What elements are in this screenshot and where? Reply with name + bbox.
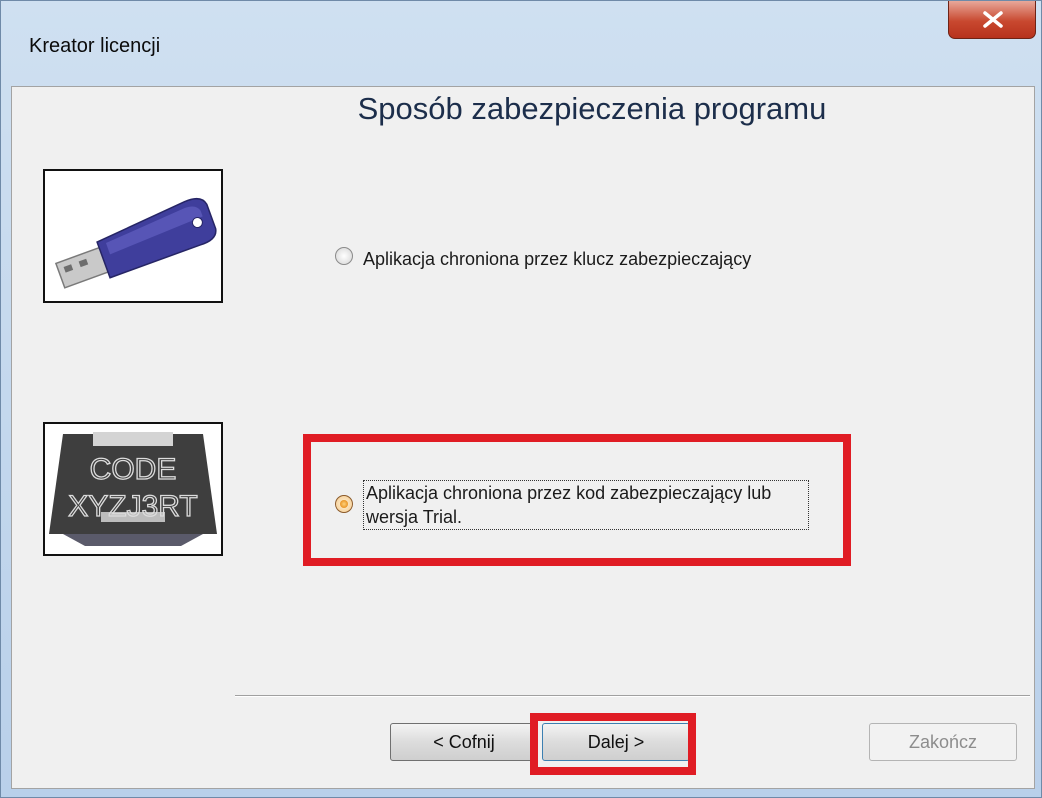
page-title: Sposób zabezpieczenia programu	[357, 91, 827, 126]
security-code-image: CODE XYZJ3RT	[43, 422, 223, 556]
option-security-key-label: Aplikacja chroniona przez klucz zabezpie…	[363, 249, 752, 269]
separator	[235, 695, 1030, 697]
finish-button[interactable]: Zakończ	[869, 723, 1017, 761]
radio-security-key[interactable]	[335, 247, 353, 265]
code-card-icon: CODE XYZJ3RT	[45, 424, 221, 554]
code-line-1: CODE	[90, 453, 177, 486]
close-button[interactable]	[948, 1, 1036, 39]
wizard-content: Sposób zabezpieczenia programu CODE XYZJ…	[11, 86, 1035, 789]
highlight-box-option	[303, 434, 851, 566]
highlight-box-next	[530, 713, 696, 775]
option-security-key[interactable]: Aplikacja chroniona przez klucz zabezpie…	[335, 247, 751, 271]
usb-dongle-icon	[45, 171, 221, 301]
code-line-2: XYZJ3RT	[68, 490, 197, 523]
window-title: Kreator licencji	[29, 35, 161, 57]
title-bar[interactable]: Kreator licencji	[1, 1, 1041, 85]
close-icon	[983, 11, 1003, 28]
back-button[interactable]: < Cofnij	[390, 723, 538, 761]
license-wizard-window: Kreator licencji Sposób zabezpieczenia p…	[0, 0, 1042, 798]
usb-key-image	[43, 169, 223, 303]
